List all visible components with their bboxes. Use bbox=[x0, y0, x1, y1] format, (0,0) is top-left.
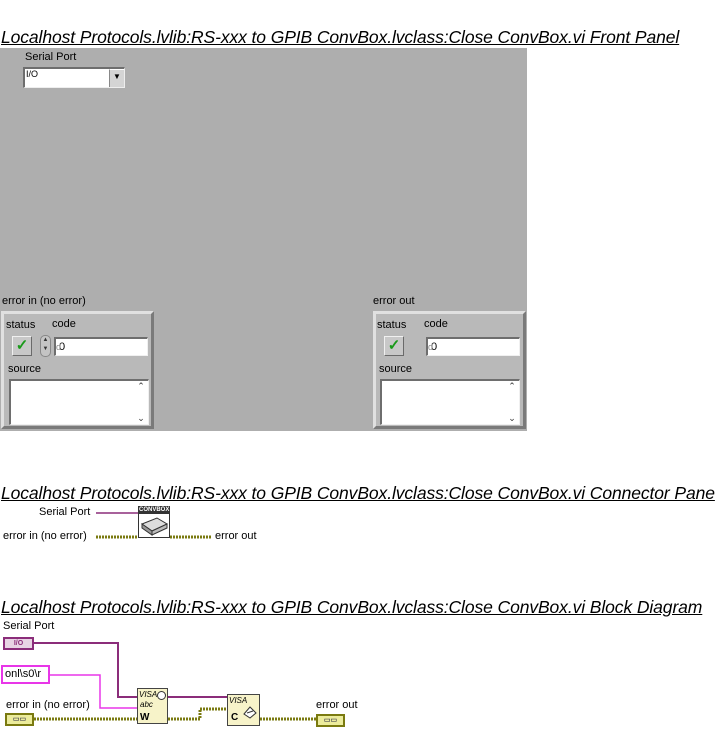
error-in-status-checkbox[interactable]: ✓ bbox=[12, 336, 32, 356]
convbox-vi-icon[interactable]: CONVBOX bbox=[138, 506, 170, 538]
error-out-code-radix: d bbox=[428, 342, 434, 352]
bd-error-in-terminal[interactable]: ▭▭ bbox=[5, 713, 34, 726]
error-in-code-label: code bbox=[52, 318, 76, 330]
error-out-code-label: code bbox=[424, 318, 448, 330]
visa-write-tag: VISA bbox=[139, 690, 158, 699]
error-in-source-scrollbar[interactable]: ⌃ ⌄ bbox=[134, 381, 148, 424]
error-in-code-field[interactable]: 0 bbox=[54, 337, 148, 356]
clock-icon bbox=[157, 691, 166, 700]
visa-write-sub: abc bbox=[140, 700, 153, 709]
triangle-down-icon: ▼ bbox=[113, 72, 121, 81]
error-in-code-stepper[interactable]: ▲ ▼ bbox=[40, 335, 51, 357]
error-out-source-field: ⌃ ⌄ bbox=[380, 379, 520, 425]
error-out-status-indicator: ✓ bbox=[384, 336, 404, 356]
visa-close-node[interactable]: VISA C bbox=[227, 694, 260, 726]
cluster-icon: ▭▭ bbox=[12, 716, 27, 723]
error-in-label: error in (no error) bbox=[2, 295, 86, 307]
error-out-source-scrollbar[interactable]: ⌃ ⌄ bbox=[505, 381, 519, 424]
bd-serial-port-terminal[interactable]: I/O bbox=[3, 637, 34, 650]
error-out-cluster: status code ✓ 0 d source ⌃ ⌄ bbox=[373, 311, 526, 429]
serial-port-control[interactable]: I/O ▼ bbox=[23, 67, 125, 88]
convbox-device-icon bbox=[140, 517, 169, 536]
error-out-status-label: status bbox=[377, 319, 407, 331]
block-diagram-title: Localhost Protocols.lvlib:RS-xxx to GPIB… bbox=[1, 597, 703, 617]
serial-port-label: Serial Port bbox=[25, 51, 77, 63]
front-panel: Serial Port I/O ▼ error in (no error) st… bbox=[0, 48, 527, 431]
bd-error-out-terminal[interactable]: ▭▭ bbox=[316, 714, 345, 727]
checkmark-icon: ✓ bbox=[15, 337, 29, 354]
bd-error-wire-mid bbox=[168, 707, 228, 721]
error-in-status-label: status bbox=[6, 319, 36, 331]
scroll-down-icon[interactable]: ⌄ bbox=[134, 413, 148, 424]
error-out-source-label: source bbox=[379, 363, 413, 375]
scroll-up-icon[interactable]: ⌃ bbox=[505, 381, 519, 392]
convbox-icon-banner: CONVBOX bbox=[139, 507, 170, 514]
error-in-source-label: source bbox=[8, 363, 42, 375]
bd-string-wire bbox=[50, 674, 138, 709]
scroll-up-icon[interactable]: ⌃ bbox=[134, 381, 148, 392]
front-panel-title: Localhost Protocols.lvlib:RS-xxx to GPIB… bbox=[1, 27, 680, 47]
error-in-cluster: status code ✓ ▲ ▼ 0 d source ⌃ ⌄ bbox=[1, 311, 154, 429]
checkmark-icon: ✓ bbox=[387, 337, 401, 354]
visa-close-sub: C bbox=[231, 712, 239, 723]
scroll-down-icon[interactable]: ⌄ bbox=[505, 413, 519, 424]
error-in-source-field[interactable]: ⌃ ⌄ bbox=[9, 379, 149, 425]
visa-write-mode: W bbox=[140, 712, 150, 723]
error-out-label: error out bbox=[373, 295, 415, 307]
close-hand-icon bbox=[243, 706, 257, 719]
cluster-icon: ▭▭ bbox=[323, 717, 338, 724]
error-out-code-field: 0 bbox=[426, 337, 520, 356]
serial-port-dropdown-button[interactable]: ▼ bbox=[109, 69, 124, 87]
error-in-code-radix: d bbox=[56, 342, 62, 352]
visa-io-icon: I/O bbox=[26, 69, 39, 79]
visa-write-node[interactable]: VISA abc W bbox=[137, 688, 168, 724]
bd-string-constant[interactable]: onl\s0\r bbox=[1, 665, 50, 684]
